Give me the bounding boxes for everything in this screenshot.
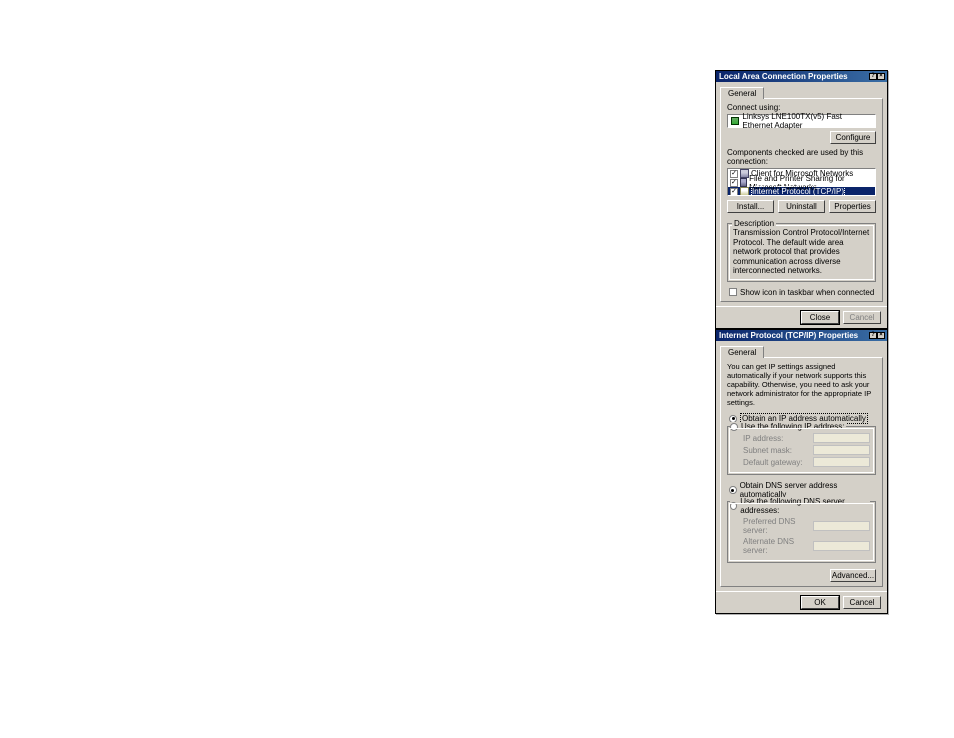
properties-button[interactable]: Properties bbox=[829, 200, 876, 213]
field-label: IP address: bbox=[743, 434, 813, 443]
ip-address-input bbox=[813, 433, 870, 443]
intro-text: You can get IP settings assigned automat… bbox=[727, 362, 876, 407]
tab-general[interactable]: General bbox=[720, 87, 764, 99]
radio-manual-ip[interactable]: Use the following IP address: bbox=[730, 422, 846, 431]
client-icon bbox=[740, 169, 749, 178]
close-icon[interactable]: × bbox=[877, 73, 885, 80]
field-label: Subnet mask: bbox=[743, 446, 813, 455]
tab-strip: General bbox=[716, 343, 887, 357]
adapter-name: Linksys LNE100TX(v5) Fast Ethernet Adapt… bbox=[742, 112, 872, 130]
sharing-icon bbox=[740, 178, 747, 187]
radio-icon[interactable] bbox=[729, 486, 737, 494]
field-label: Default gateway: bbox=[743, 458, 813, 467]
radio-manual-dns[interactable]: Use the following DNS server addresses: bbox=[730, 497, 870, 515]
gateway-row: Default gateway: bbox=[743, 457, 870, 467]
description-title: Description bbox=[732, 219, 776, 228]
tab-general[interactable]: General bbox=[720, 346, 764, 358]
dialog-buttons: Close Cancel bbox=[716, 306, 887, 328]
checkbox-icon[interactable]: ✓ bbox=[730, 179, 738, 187]
titlebar-buttons: ? × bbox=[869, 332, 885, 339]
field-label: Alternate DNS server: bbox=[743, 537, 813, 555]
title-text: Local Area Connection Properties bbox=[719, 72, 848, 81]
ip-address-row: IP address: bbox=[743, 433, 870, 443]
manual-ip-group: Use the following IP address: IP address… bbox=[727, 426, 876, 475]
tcpip-properties-dialog: Internet Protocol (TCP/IP) Properties ? … bbox=[715, 329, 888, 614]
radio-icon[interactable] bbox=[730, 423, 738, 431]
dialog-buttons: OK Cancel bbox=[716, 591, 887, 613]
subnet-input bbox=[813, 445, 870, 455]
gateway-input bbox=[813, 457, 870, 467]
subnet-row: Subnet mask: bbox=[743, 445, 870, 455]
title-text: Internet Protocol (TCP/IP) Properties bbox=[719, 331, 858, 340]
close-icon[interactable]: × bbox=[877, 332, 885, 339]
tab-panel: Connect using: Linksys LNE100TX(v5) Fast… bbox=[720, 98, 883, 302]
description-text: Transmission Control Protocol/Internet P… bbox=[733, 228, 870, 276]
component-label: Internet Protocol (TCP/IP) bbox=[751, 186, 845, 196]
taskbar-label: Show icon in taskbar when connected bbox=[740, 288, 874, 297]
preferred-dns-input bbox=[813, 521, 870, 531]
help-icon[interactable]: ? bbox=[869, 332, 877, 339]
network-adapter-icon bbox=[731, 117, 739, 125]
titlebar-buttons: ? × bbox=[869, 73, 885, 80]
lan-properties-dialog: Local Area Connection Properties ? × Gen… bbox=[715, 70, 888, 329]
titlebar[interactable]: Local Area Connection Properties ? × bbox=[716, 71, 887, 82]
components-label: Components checked are used by this conn… bbox=[727, 148, 876, 166]
field-label: Preferred DNS server: bbox=[743, 517, 813, 535]
component-buttons: Install... Uninstall Properties bbox=[727, 196, 876, 217]
alternate-dns-row: Alternate DNS server: bbox=[743, 537, 870, 555]
uninstall-button[interactable]: Uninstall bbox=[778, 200, 825, 213]
radio-icon[interactable] bbox=[730, 502, 737, 510]
install-button[interactable]: Install... bbox=[727, 200, 774, 213]
titlebar[interactable]: Internet Protocol (TCP/IP) Properties ? … bbox=[716, 330, 887, 341]
preferred-dns-row: Preferred DNS server: bbox=[743, 517, 870, 535]
alternate-dns-input bbox=[813, 541, 870, 551]
adapter-field: Linksys LNE100TX(v5) Fast Ethernet Adapt… bbox=[727, 114, 876, 128]
checkbox-icon[interactable] bbox=[729, 288, 737, 296]
ok-button[interactable]: OK bbox=[801, 596, 839, 609]
checkbox-icon[interactable]: ✓ bbox=[730, 188, 738, 196]
components-list[interactable]: ✓ Client for Microsoft Networks ✓ File a… bbox=[727, 168, 876, 196]
advanced-button[interactable]: Advanced... bbox=[830, 569, 876, 582]
configure-button[interactable]: Configure bbox=[830, 131, 876, 144]
taskbar-checkbox-row[interactable]: Show icon in taskbar when connected bbox=[729, 288, 876, 297]
radio-label: Use the following IP address: bbox=[741, 422, 844, 431]
checkbox-icon[interactable]: ✓ bbox=[730, 170, 738, 178]
description-group: Description Transmission Control Protoco… bbox=[727, 223, 876, 282]
cancel-button: Cancel bbox=[843, 311, 881, 324]
tcpip-icon bbox=[740, 187, 749, 196]
manual-dns-group: Use the following DNS server addresses: … bbox=[727, 501, 876, 563]
tab-strip: General bbox=[716, 84, 887, 98]
connect-using-label: Connect using: bbox=[727, 103, 876, 112]
help-icon[interactable]: ? bbox=[869, 73, 877, 80]
cancel-button[interactable]: Cancel bbox=[843, 596, 881, 609]
close-button[interactable]: Close bbox=[801, 311, 839, 324]
tab-panel: You can get IP settings assigned automat… bbox=[720, 357, 883, 587]
radio-label: Use the following DNS server addresses: bbox=[740, 497, 868, 515]
